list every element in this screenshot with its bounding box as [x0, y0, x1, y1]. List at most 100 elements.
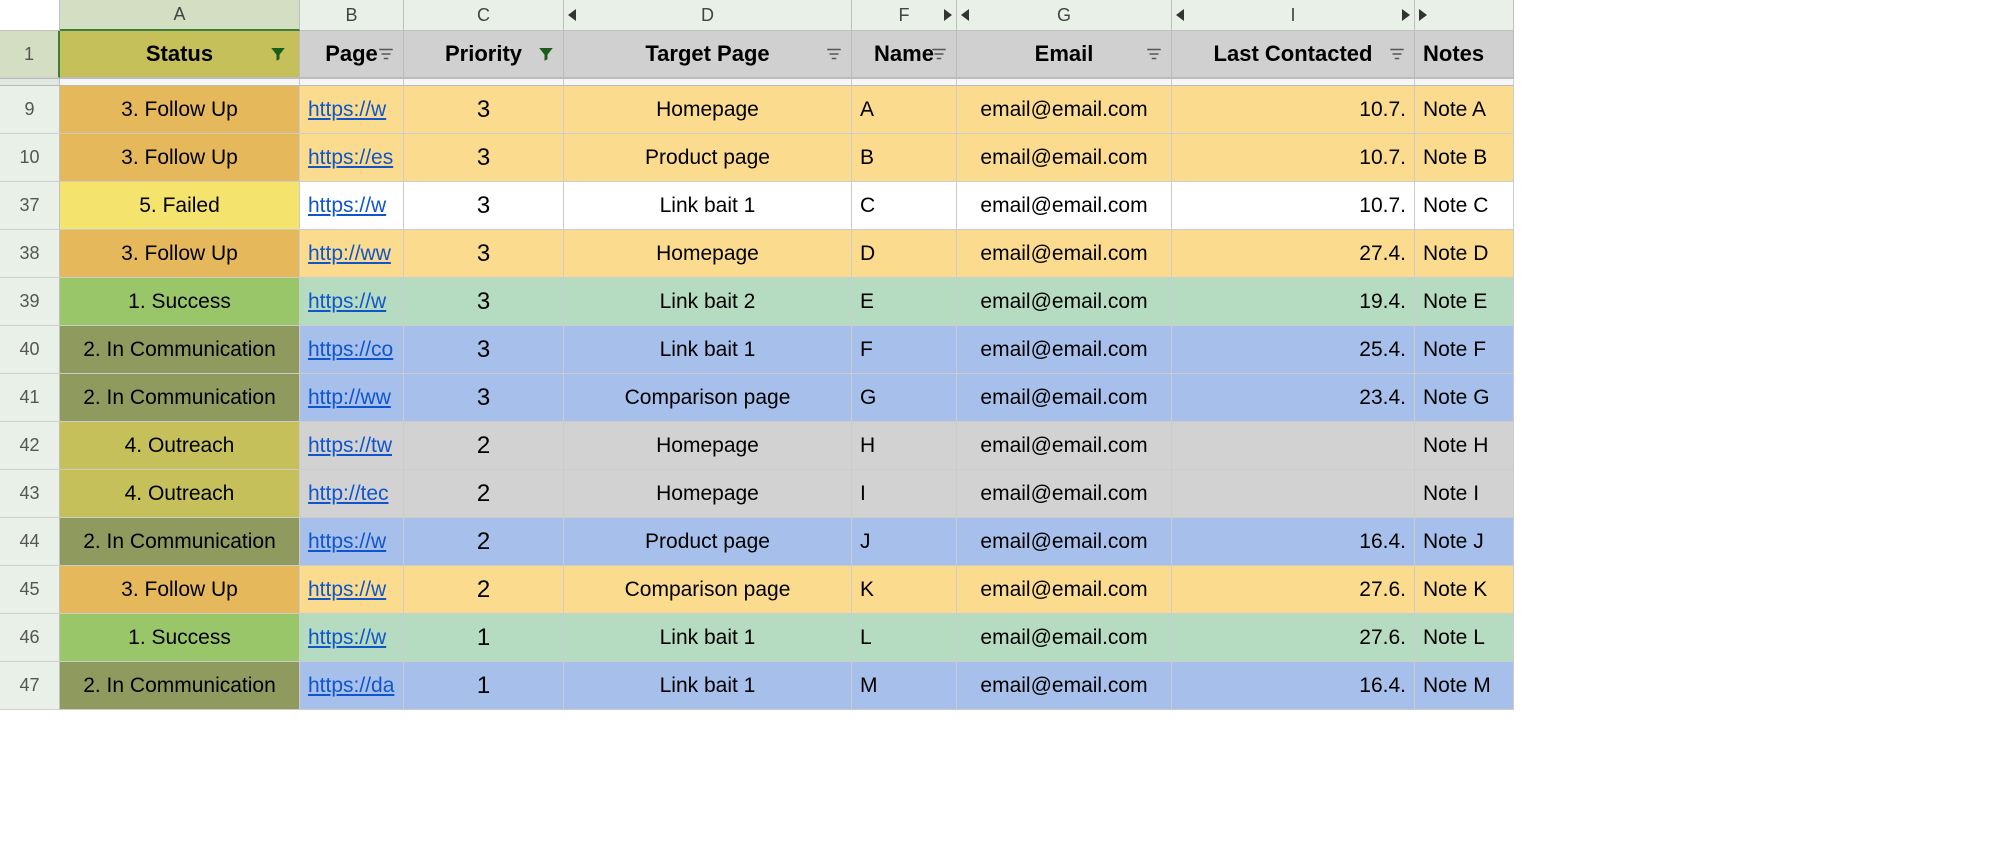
- cell-notes[interactable]: Note E: [1415, 278, 1514, 326]
- filter-active-icon[interactable]: [269, 45, 287, 63]
- cell-last-contacted[interactable]: 27.6.: [1172, 614, 1415, 662]
- cell-page[interactable]: https://w: [300, 86, 404, 134]
- cell-target[interactable]: Link bait 1: [564, 182, 852, 230]
- cell-status[interactable]: 1. Success: [60, 614, 300, 662]
- header-name[interactable]: Name: [852, 31, 957, 78]
- select-all-corner[interactable]: [0, 0, 60, 31]
- page-link[interactable]: https://co: [308, 338, 393, 362]
- row-header[interactable]: 44: [0, 518, 60, 566]
- page-link[interactable]: http://tec: [308, 482, 389, 506]
- cell-last-contacted[interactable]: 27.4.: [1172, 230, 1415, 278]
- cell-target[interactable]: Link bait 1: [564, 614, 852, 662]
- cell-notes[interactable]: Note G: [1415, 374, 1514, 422]
- expand-right-icon[interactable]: [944, 9, 952, 21]
- row-header[interactable]: 42: [0, 422, 60, 470]
- cell-page[interactable]: http://tec: [300, 470, 404, 518]
- page-link[interactable]: https://w: [308, 98, 386, 122]
- cell-status[interactable]: 2. In Communication: [60, 662, 300, 710]
- cell-target[interactable]: Link bait 1: [564, 662, 852, 710]
- cell-last-contacted[interactable]: [1172, 470, 1415, 518]
- cell-status[interactable]: 3. Follow Up: [60, 230, 300, 278]
- cell-status[interactable]: 2. In Communication: [60, 374, 300, 422]
- cell-target[interactable]: Homepage: [564, 470, 852, 518]
- collapse-left-icon[interactable]: [1176, 9, 1184, 21]
- cell-name[interactable]: E: [852, 278, 957, 326]
- cell-last-contacted[interactable]: 27.6.: [1172, 566, 1415, 614]
- cell-name[interactable]: G: [852, 374, 957, 422]
- col-header-B[interactable]: B: [300, 0, 404, 31]
- cell-last-contacted[interactable]: [1172, 422, 1415, 470]
- cell-notes[interactable]: Note A: [1415, 86, 1514, 134]
- cell-status[interactable]: 3. Follow Up: [60, 566, 300, 614]
- cell-priority[interactable]: 3: [404, 326, 564, 374]
- cell-status[interactable]: 2. In Communication: [60, 326, 300, 374]
- collapse-left-icon[interactable]: [961, 9, 969, 21]
- cell-notes[interactable]: Note K: [1415, 566, 1514, 614]
- col-header-D[interactable]: D: [564, 0, 852, 31]
- cell-email[interactable]: email@email.com: [957, 230, 1172, 278]
- cell-page[interactable]: https://co: [300, 326, 404, 374]
- page-link[interactable]: http://ww: [308, 242, 391, 266]
- cell-email[interactable]: email@email.com: [957, 326, 1172, 374]
- cell-page[interactable]: https://da: [300, 662, 404, 710]
- cell-email[interactable]: email@email.com: [957, 422, 1172, 470]
- row-header[interactable]: 47: [0, 662, 60, 710]
- cell-priority[interactable]: 3: [404, 230, 564, 278]
- filter-icon[interactable]: [1145, 45, 1163, 63]
- col-header-F[interactable]: F: [852, 0, 957, 31]
- cell-target[interactable]: Comparison page: [564, 374, 852, 422]
- cell-notes[interactable]: Note M: [1415, 662, 1514, 710]
- row-header[interactable]: 37: [0, 182, 60, 230]
- page-link[interactable]: https://w: [308, 194, 386, 218]
- cell-email[interactable]: email@email.com: [957, 614, 1172, 662]
- cell-page[interactable]: https://tw: [300, 422, 404, 470]
- cell-status[interactable]: 3. Follow Up: [60, 86, 300, 134]
- row-header[interactable]: 40: [0, 326, 60, 374]
- cell-notes[interactable]: Note H: [1415, 422, 1514, 470]
- filter-icon[interactable]: [825, 45, 843, 63]
- header-target[interactable]: Target Page: [564, 31, 852, 78]
- page-link[interactable]: https://w: [308, 290, 386, 314]
- cell-target[interactable]: Link bait 2: [564, 278, 852, 326]
- cell-priority[interactable]: 2: [404, 518, 564, 566]
- cell-target[interactable]: Product page: [564, 134, 852, 182]
- cell-priority[interactable]: 1: [404, 614, 564, 662]
- cell-notes[interactable]: Note J: [1415, 518, 1514, 566]
- header-priority[interactable]: Priority: [404, 31, 564, 78]
- cell-target[interactable]: Comparison page: [564, 566, 852, 614]
- cell-email[interactable]: email@email.com: [957, 86, 1172, 134]
- cell-status[interactable]: 4. Outreach: [60, 470, 300, 518]
- cell-name[interactable]: I: [852, 470, 957, 518]
- cell-page[interactable]: https://w: [300, 182, 404, 230]
- cell-priority[interactable]: 3: [404, 182, 564, 230]
- cell-email[interactable]: email@email.com: [957, 374, 1172, 422]
- cell-notes[interactable]: Note I: [1415, 470, 1514, 518]
- header-page[interactable]: Page: [300, 31, 404, 78]
- header-notes[interactable]: Notes: [1415, 31, 1514, 78]
- row-header[interactable]: 46: [0, 614, 60, 662]
- filter-icon[interactable]: [377, 45, 395, 63]
- cell-status[interactable]: 3. Follow Up: [60, 134, 300, 182]
- row-header[interactable]: 39: [0, 278, 60, 326]
- cell-name[interactable]: J: [852, 518, 957, 566]
- cell-last-contacted[interactable]: 23.4.: [1172, 374, 1415, 422]
- page-link[interactable]: https://w: [308, 626, 386, 650]
- hidden-rows-indicator[interactable]: [0, 78, 60, 86]
- cell-status[interactable]: 2. In Communication: [60, 518, 300, 566]
- cell-priority[interactable]: 1: [404, 662, 564, 710]
- cell-email[interactable]: email@email.com: [957, 134, 1172, 182]
- cell-name[interactable]: B: [852, 134, 957, 182]
- header-status[interactable]: Status: [60, 31, 300, 78]
- cell-target[interactable]: Product page: [564, 518, 852, 566]
- cell-last-contacted[interactable]: 16.4.: [1172, 662, 1415, 710]
- expand-right-icon[interactable]: [1402, 9, 1410, 21]
- cell-email[interactable]: email@email.com: [957, 662, 1172, 710]
- cell-email[interactable]: email@email.com: [957, 566, 1172, 614]
- cell-page[interactable]: https://w: [300, 278, 404, 326]
- filter-icon[interactable]: [1388, 45, 1406, 63]
- cell-page[interactable]: http://ww: [300, 230, 404, 278]
- cell-email[interactable]: email@email.com: [957, 278, 1172, 326]
- cell-last-contacted[interactable]: 25.4.: [1172, 326, 1415, 374]
- cell-priority[interactable]: 3: [404, 278, 564, 326]
- filter-icon[interactable]: [930, 45, 948, 63]
